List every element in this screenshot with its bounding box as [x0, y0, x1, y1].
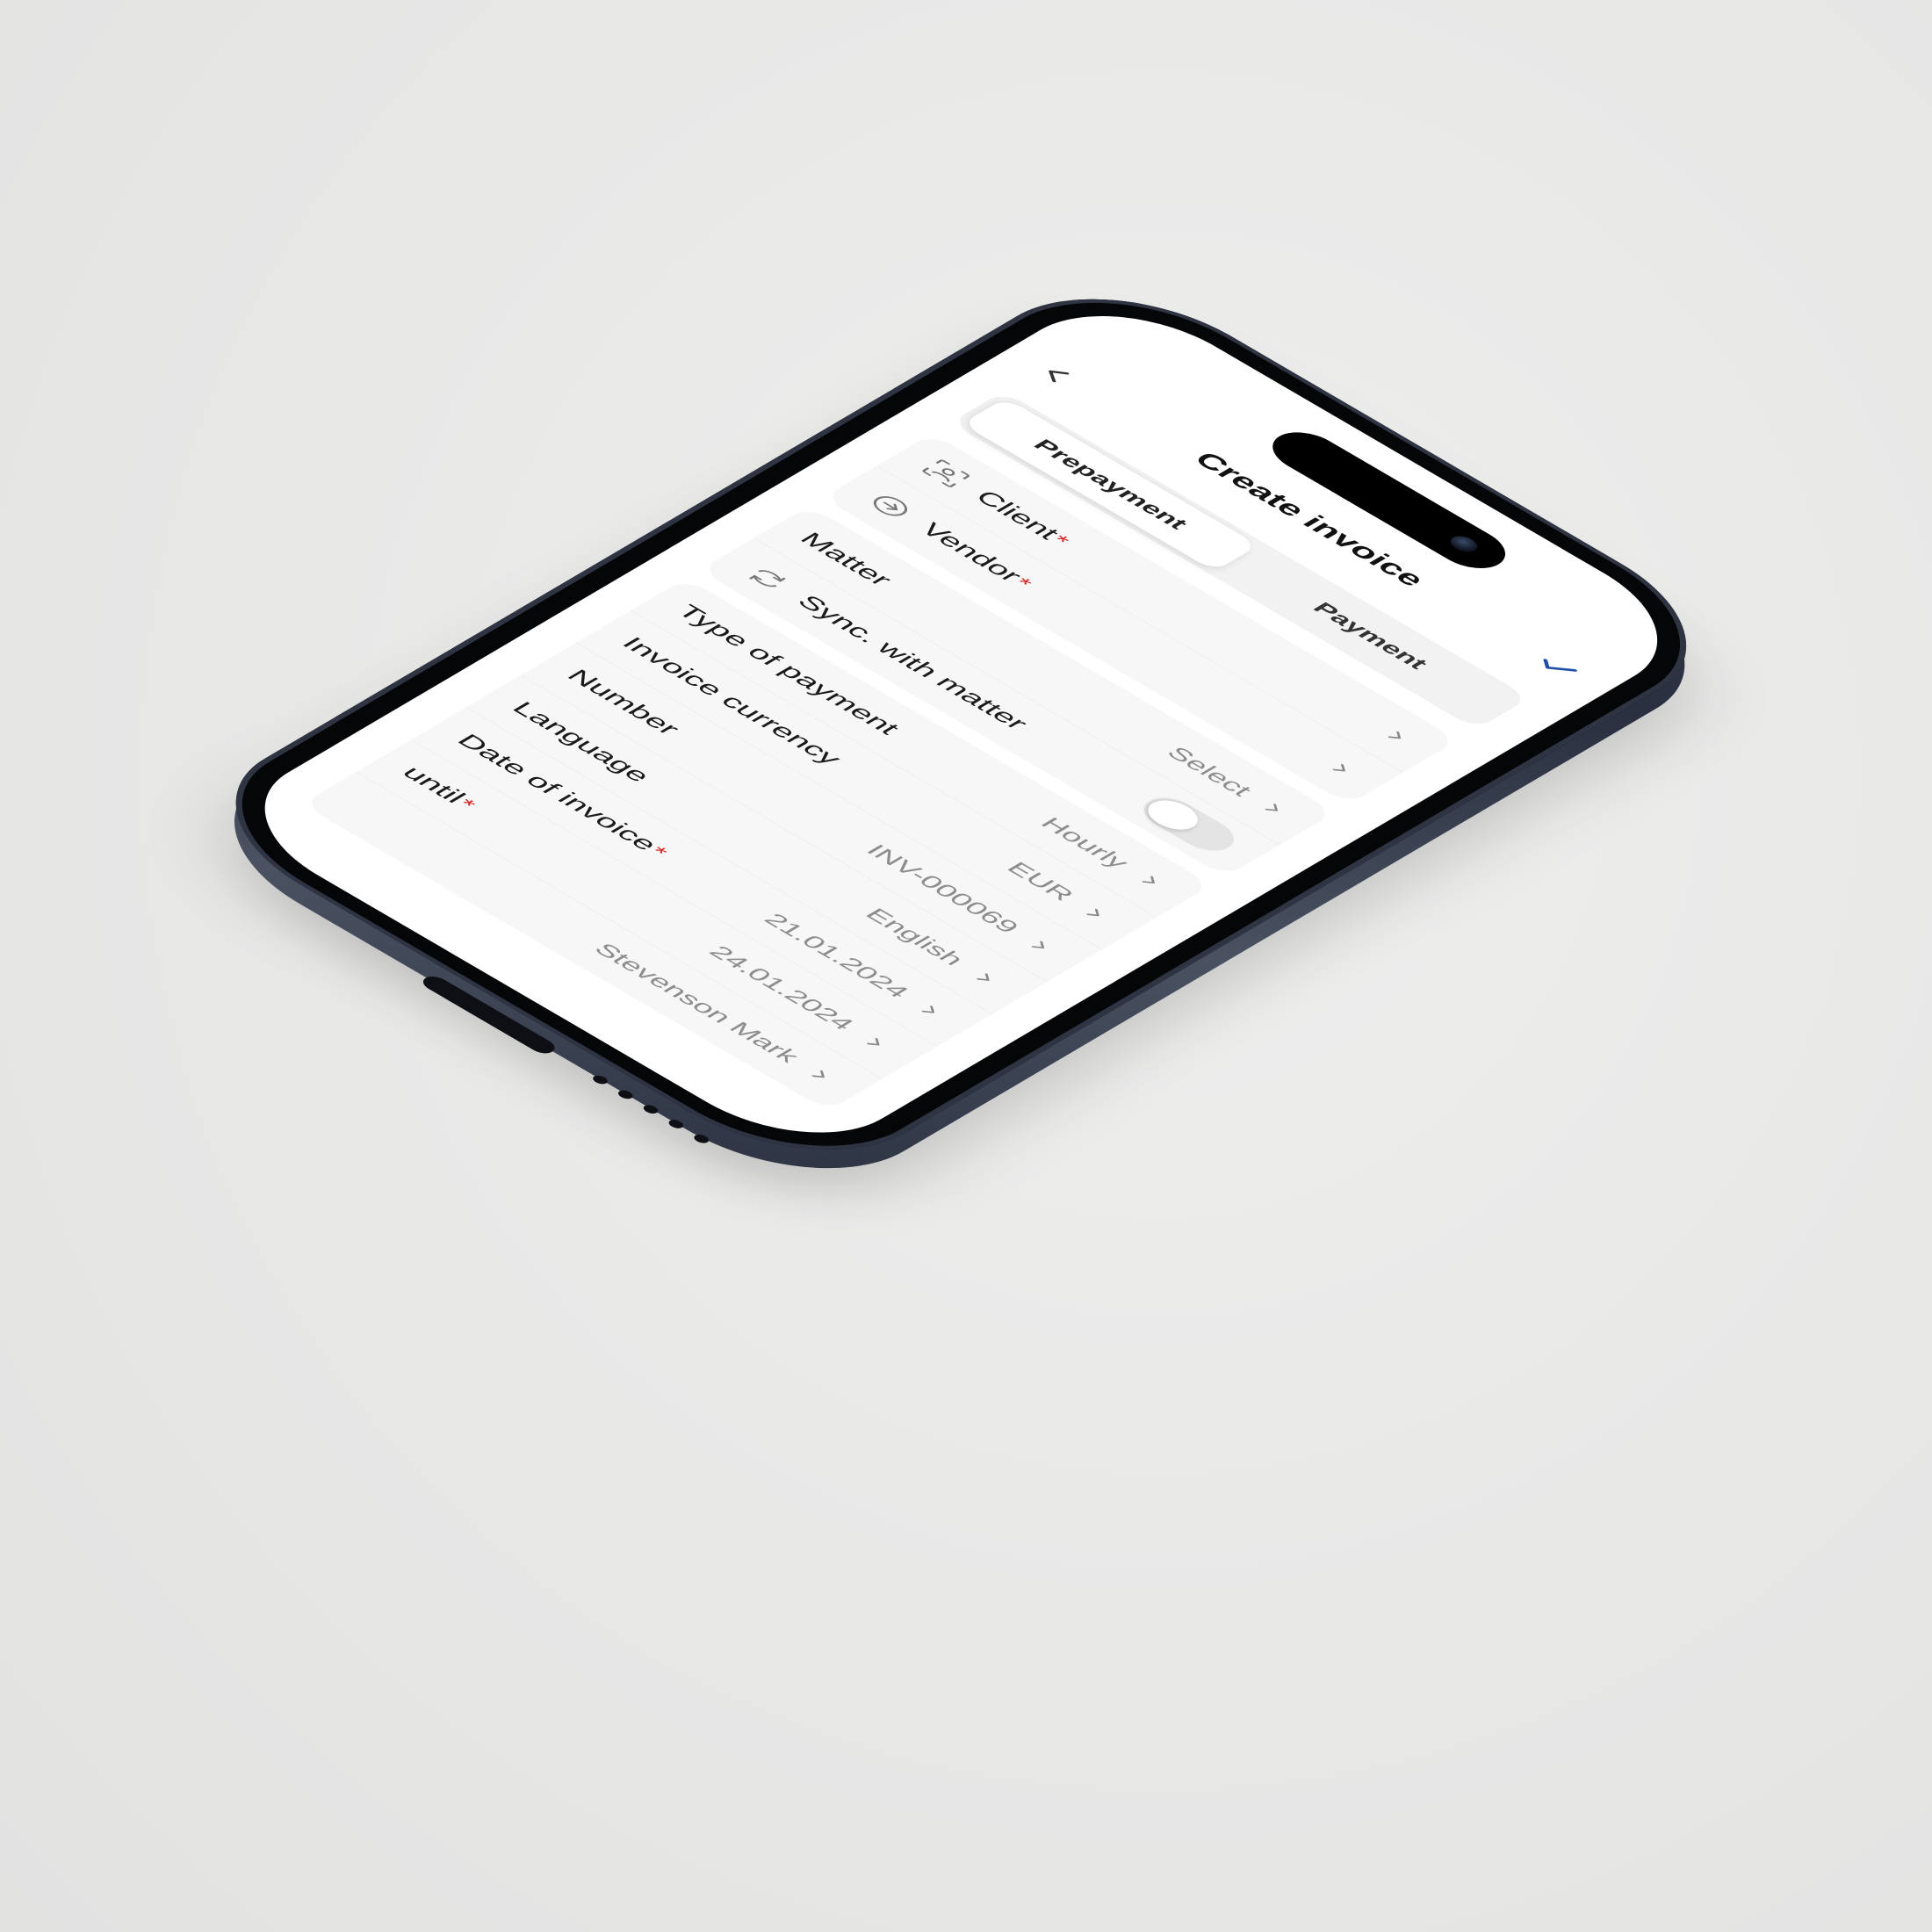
phone-screen: Create invoice Prepayment Payment Client… [215, 286, 1707, 1162]
front-camera [1445, 533, 1483, 555]
sync-icon [738, 560, 798, 595]
checkmark-icon [1531, 652, 1582, 682]
phone-body: Create invoice Prepayment Payment Client… [175, 263, 1748, 1186]
toggle-knob [1138, 794, 1208, 835]
details-card: Type of payment Hourly Invoice currency … [301, 578, 1213, 1112]
phone-device: Create invoice Prepayment Payment Client… [172, 263, 1748, 1226]
chevron-right-icon [856, 1032, 894, 1054]
chevron-right-icon [966, 967, 1004, 989]
chevron-right-icon [802, 1063, 840, 1085]
vendor-arrow-icon [861, 488, 921, 523]
chevron-right-icon [1378, 725, 1416, 747]
chevron-right-icon [1323, 758, 1360, 780]
chevron-right-icon [912, 999, 949, 1021]
chevron-right-icon [1131, 869, 1169, 891]
chevron-right-icon [1021, 934, 1059, 956]
client-scan-icon [916, 456, 977, 491]
chevron-right-icon [1254, 797, 1292, 819]
scene-background: Create invoice Prepayment Payment Client… [0, 0, 1932, 1932]
chevron-right-icon [1076, 902, 1114, 924]
